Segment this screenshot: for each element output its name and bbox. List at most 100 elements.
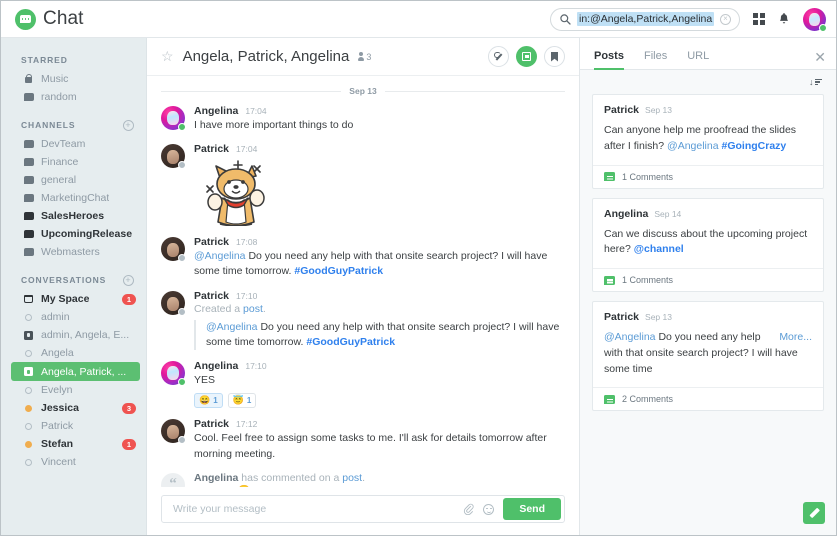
post-card[interactable]: Patrick Sep 13 Can anyone help me proofr… (592, 94, 824, 189)
more-link[interactable]: More... (779, 330, 812, 346)
sidebar-item-music[interactable]: Music (1, 70, 146, 88)
section-title: CHANNELS (21, 120, 75, 130)
apps-grid-icon[interactable] (753, 13, 765, 25)
status-away-icon (23, 403, 34, 414)
search-input[interactable]: in:@Angela,Patrick,Angelina × (550, 8, 740, 31)
sidebar-item-admin-angela-group[interactable]: admin, Angela, E... (1, 326, 146, 344)
sidebar-item-label: admin (41, 311, 70, 323)
channel-icon (23, 211, 34, 222)
status-offline-icon (23, 385, 34, 396)
close-icon[interactable]: ✕ (814, 50, 826, 69)
tab-url[interactable]: URL (677, 50, 719, 69)
post-footer[interactable]: 2 Comments (593, 387, 823, 410)
sidebar-item-webmasters[interactable]: Webmasters (1, 243, 146, 261)
avatar[interactable] (161, 106, 185, 130)
post-card[interactable]: Angelina Sep 14 Can we discuss about the… (592, 198, 824, 293)
hashtag-link[interactable]: #GoodGuyPatrick (294, 265, 383, 277)
wrench-icon (494, 52, 504, 62)
clear-icon[interactable]: × (720, 14, 731, 25)
add-channel-icon[interactable]: + (123, 120, 134, 131)
post-date: Sep 13 (645, 312, 672, 322)
add-conversation-icon[interactable]: + (123, 275, 134, 286)
post-card[interactable]: Patrick Sep 13 More...@Angelina Do you n… (592, 301, 824, 411)
sidebar-item-devteam[interactable]: DevTeam (1, 135, 146, 153)
mention-link[interactable]: @Angelina (206, 321, 258, 333)
compose-post-button[interactable] (803, 502, 825, 524)
channel-icon (23, 157, 34, 168)
presence-indicator (178, 308, 186, 316)
hashtag-link[interactable]: #GoingCrazy (719, 140, 787, 152)
message-item: Patrick 17:04 (161, 143, 565, 226)
message-input[interactable]: Write your message Send (161, 495, 565, 523)
avatar[interactable] (161, 419, 185, 443)
sidebar-item-marketingchat[interactable]: MarketingChat (1, 189, 146, 207)
avatar[interactable] (161, 291, 185, 315)
avatar[interactable] (161, 144, 185, 168)
post-footer[interactable]: 1 Comments (593, 268, 823, 291)
comment-count: 1 Comments (622, 275, 673, 285)
sidebar-item-upcomingrelease[interactable]: UpcomingRelease (1, 225, 146, 243)
post-date: Sep 13 (645, 105, 672, 115)
sidebar-item-label: Webmasters (41, 246, 100, 258)
bookmark-icon (551, 52, 558, 62)
posts-toggle-button[interactable] (516, 46, 537, 67)
paperclip-icon[interactable] (463, 503, 474, 515)
message-time: 17:04 (236, 144, 257, 154)
settings-wrench-button[interactable] (488, 46, 509, 67)
channel-icon (23, 175, 34, 186)
post-footer[interactable]: 1 Comments (593, 165, 823, 188)
message-list[interactable]: Sep 13 Angelina 17:04 I have more import… (147, 76, 579, 487)
mention-link[interactable]: @Angelina (667, 140, 719, 152)
mention-link[interactable]: @Angelina (194, 250, 246, 262)
reaction-chip[interactable]: 😇 1 (228, 393, 257, 408)
avatar[interactable] (161, 237, 185, 261)
user-avatar[interactable] (803, 8, 826, 31)
sidebar-item-label: Angela (41, 347, 74, 359)
sidebar-item-general[interactable]: general (1, 171, 146, 189)
bell-icon[interactable] (778, 13, 790, 26)
post-link[interactable]: post (243, 303, 263, 315)
sidebar-item-angela-patrick-group[interactable]: Angela, Patrick, ... (11, 362, 140, 381)
message-text: Cool. Feel free to assign some tasks to … (194, 431, 565, 461)
post-list[interactable]: Patrick Sep 13 Can anyone help me proofr… (580, 94, 836, 491)
channel-mention-link[interactable]: @channel (634, 243, 684, 255)
day-separator: Sep 13 (161, 86, 565, 96)
shiba-dog-sticker-icon[interactable] (194, 158, 278, 226)
message-author: Patrick (194, 290, 229, 302)
sidebar-item-angela[interactable]: Angela (1, 344, 146, 362)
emoji-icon[interactable] (483, 504, 494, 515)
sidebar-item-salesheroes[interactable]: SalesHeroes (1, 207, 146, 225)
chat-bubble-logo-icon (15, 9, 36, 30)
send-button[interactable]: Send (503, 498, 561, 520)
star-outline-icon[interactable]: ☆ (161, 48, 174, 65)
sidebar-item-label: DevTeam (41, 138, 85, 150)
reaction-chip[interactable]: 😄 1 (194, 393, 223, 408)
post-link[interactable]: post (342, 472, 362, 484)
sidebar-item-label: UpcomingRelease (41, 228, 132, 240)
sort-descending-icon[interactable]: ↓ (809, 78, 822, 87)
member-count: 3 (358, 52, 371, 62)
sidebar-item-random[interactable]: random (1, 88, 146, 106)
reaction-count: 1 (213, 396, 217, 405)
avatar[interactable] (161, 361, 185, 385)
channel-icon (23, 139, 34, 150)
sidebar-item-stefan[interactable]: Stefan 1 (1, 435, 146, 453)
post-text: More...@Angelina Do you need any help wi… (604, 330, 812, 377)
sidebar-item-vincent[interactable]: Vincent (1, 453, 146, 471)
hashtag-link[interactable]: #GoodGuyPatrick (306, 336, 395, 348)
tab-files[interactable]: Files (634, 50, 677, 69)
sidebar-item-my-space[interactable]: My Space 1 (1, 290, 146, 308)
channel-icon (23, 92, 34, 103)
sidebar-item-patrick[interactable]: Patrick (1, 417, 146, 435)
unread-badge: 1 (122, 294, 136, 305)
bookmark-button[interactable] (544, 46, 565, 67)
message-time: 17:12 (236, 419, 257, 429)
sidebar-item-label: MarketingChat (41, 192, 109, 204)
sidebar-item-evelyn[interactable]: Evelyn (1, 381, 146, 399)
sidebar-item-finance[interactable]: Finance (1, 153, 146, 171)
sidebar-item-label: admin, Angela, E... (41, 329, 129, 341)
mention-link[interactable]: @Angelina (604, 331, 656, 343)
sidebar-item-admin[interactable]: admin (1, 308, 146, 326)
tab-posts[interactable]: Posts (594, 50, 634, 69)
sidebar-item-jessica[interactable]: Jessica 3 (1, 399, 146, 417)
